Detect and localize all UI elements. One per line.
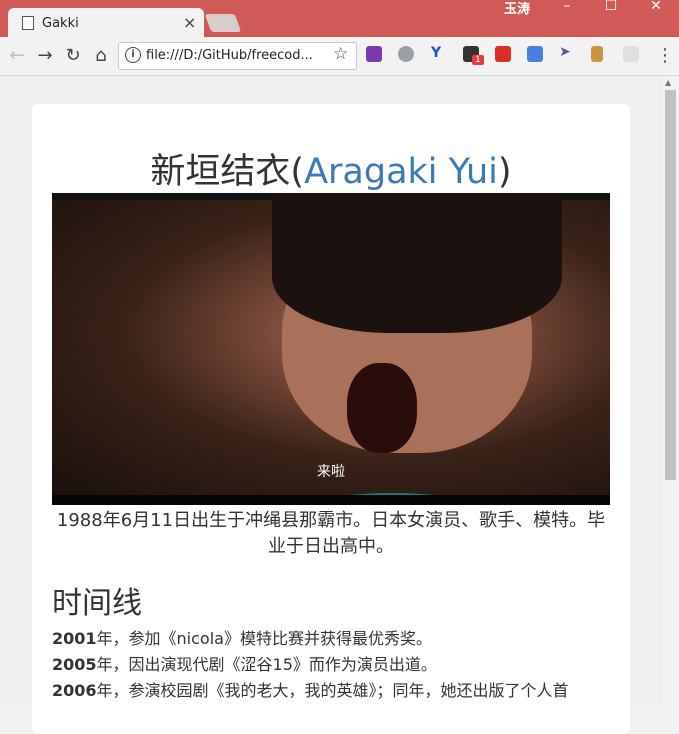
window-close-icon[interactable]: ✕ — [645, 0, 667, 14]
address-bar[interactable]: i file:///D:/GitHub/freecod... ☆ — [118, 42, 357, 70]
maximize-icon[interactable]: ☐ — [600, 0, 622, 14]
close-tab-icon[interactable]: × — [183, 13, 196, 32]
image-figure-mouth — [347, 363, 417, 453]
timeline-text: 年，参加《nicola》模特比赛并获得最优秀奖。 — [96, 629, 432, 648]
onenote-extension-icon[interactable] — [366, 46, 382, 62]
tool-extension-icon[interactable] — [591, 46, 603, 62]
page-title: 新垣结衣(Aragaki Yui) — [0, 143, 662, 194]
scrollbar-thumb[interactable] — [665, 90, 676, 480]
translate-extension-icon[interactable] — [527, 46, 543, 62]
timeline-year: 2006 — [52, 681, 97, 700]
hero-image: 来啦 — [52, 193, 610, 505]
browser-tab[interactable]: Gakki × — [8, 8, 204, 38]
image-subtitle: 来啦 — [317, 464, 345, 480]
minimize-icon[interactable]: – — [556, 0, 578, 14]
bookmark-star-icon[interactable]: ☆ — [333, 44, 348, 64]
profile-name[interactable]: 玉涛 — [504, 0, 530, 17]
tab-title: Gakki — [42, 16, 79, 31]
browser-toolbar: ← → ↻ ⌂ i file:///D:/GitHub/freecod... ☆… — [0, 37, 679, 76]
timeline-list: 2001年，参加《nicola》模特比赛并获得最优秀奖。 2005年，因出演现代… — [52, 626, 630, 704]
timeline-item: 2006年，参演校园剧《我的老大，我的英雄》；同年，她还出版了个人首 — [52, 678, 630, 704]
url-text: file:///D:/GitHub/freecod... — [146, 48, 313, 63]
forward-icon[interactable]: → — [33, 44, 57, 68]
menu-icon[interactable]: ⋮ — [656, 45, 674, 66]
timeline-text: 年，参演校园剧《我的老大，我的英雄》；同年，她还出版了个人首 — [96, 681, 569, 700]
intro-text: 1988年6月11日出生于冲绳县那霸市。日本女演员、歌手、模特。毕业于日出高中。 — [56, 510, 606, 557]
home-icon[interactable]: ⌂ — [89, 44, 113, 68]
red-extension-icon[interactable] — [495, 46, 511, 62]
reload-icon[interactable]: ↻ — [61, 44, 85, 68]
title-chinese: 新垣结衣( — [150, 152, 305, 192]
grey-extension-icon[interactable] — [623, 46, 639, 62]
window-titlebar: Gakki × 玉涛 – ☐ ✕ — [0, 0, 679, 38]
timeline-text: 年，因出演现代剧《涩谷15》而作为演员出道。 — [96, 655, 437, 674]
timeline-year: 2001 — [52, 629, 97, 648]
scroll-up-arrow-icon[interactable]: ▲ — [665, 78, 671, 87]
new-tab-button[interactable] — [204, 14, 242, 32]
extension-icon[interactable] — [398, 46, 414, 62]
title-close-paren: ) — [497, 152, 512, 192]
image-figure-hair — [272, 193, 562, 333]
y-extension-icon[interactable]: Y — [431, 45, 447, 61]
back-icon[interactable]: ← — [5, 44, 29, 68]
cursor-extension-icon[interactable]: ➤ — [559, 44, 575, 60]
extension-badge: 1 — [472, 55, 484, 65]
title-link[interactable]: Aragaki Yui — [304, 152, 498, 192]
site-info-icon[interactable]: i — [125, 47, 141, 63]
timeline-item: 2001年，参加《nicola》模特比赛并获得最优秀奖。 — [52, 626, 630, 652]
image-letterbox — [52, 495, 610, 505]
timeline-item: 2005年，因出演现代剧《涩谷15》而作为演员出道。 — [52, 652, 630, 678]
timeline-year: 2005 — [52, 655, 97, 674]
page-icon — [22, 16, 34, 30]
section-title: 时间线 — [52, 586, 142, 621]
